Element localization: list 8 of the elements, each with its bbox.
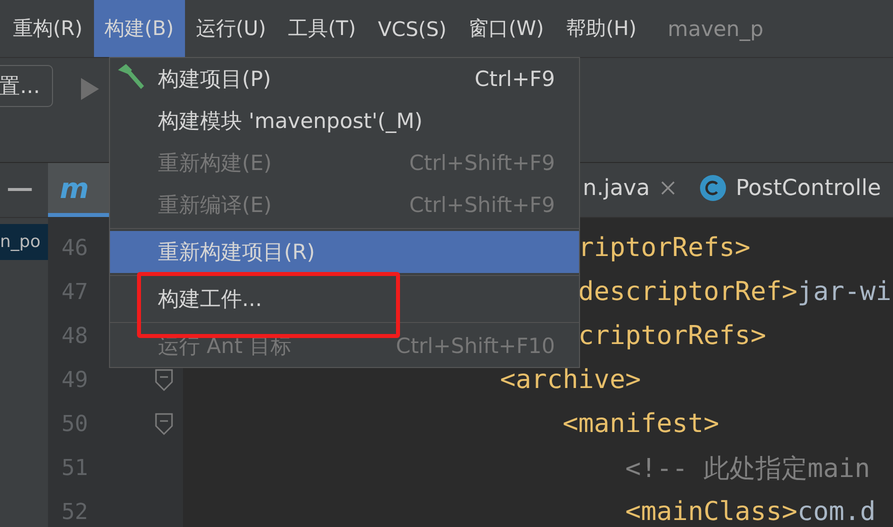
code-line: <archive> (500, 365, 641, 395)
code-line: <!-- 此处指定main (624, 452, 870, 486)
window-title: maven_p (668, 16, 764, 43)
code-line: descriptorRef>jar-wi (577, 277, 892, 307)
maven-icon: m (60, 172, 89, 204)
code-line: <mainClass>com.d (624, 497, 876, 527)
code-line: riptorRefs> (577, 233, 750, 263)
code-line: <manifest> (562, 409, 720, 439)
